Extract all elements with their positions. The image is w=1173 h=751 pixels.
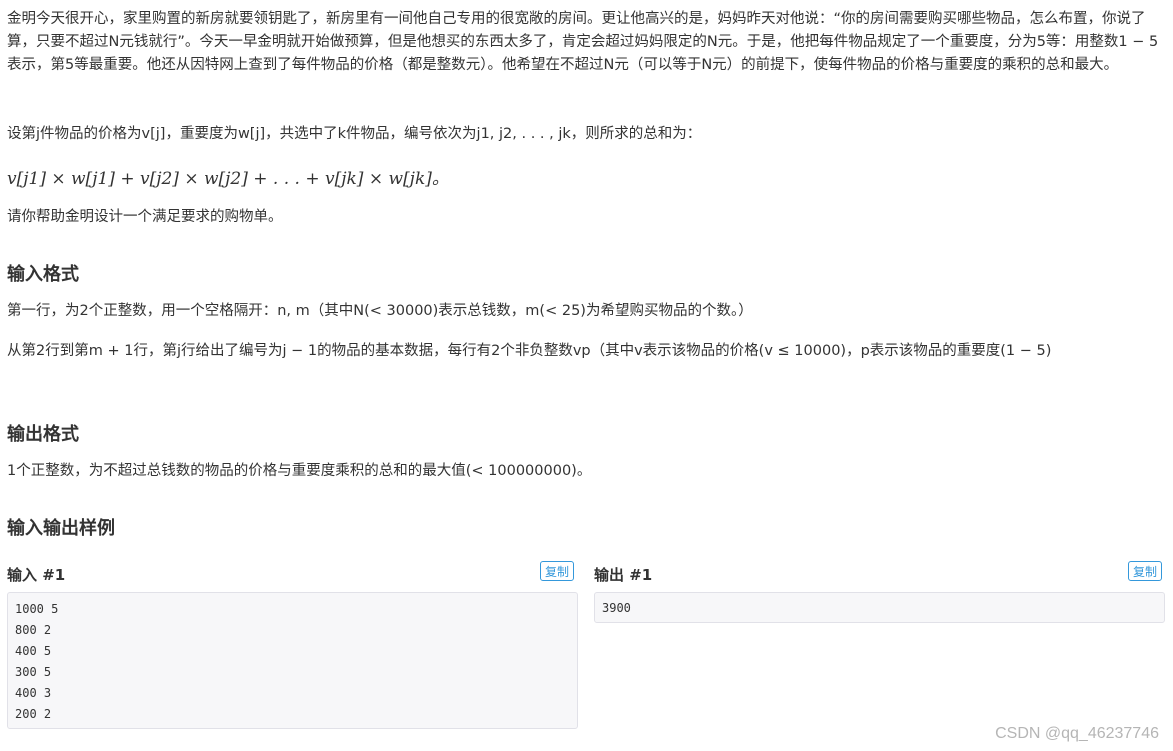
copy-output-button[interactable]: 复制 (1128, 561, 1163, 581)
input-format-heading: 输入格式 (7, 264, 79, 285)
sample-output-box: 3900 (594, 592, 1165, 623)
input-format-line-1: 第一行，为2个正整数，用一个空格隔开：n, m（其中N(< 30000)表示总钱… (7, 303, 753, 319)
input-format-line-2: 从第2行到第m + 1行，第j行给出了编号为j − 1的物品的基本数据，每行有2… (7, 343, 1052, 359)
code-line: 1000 5 (15, 602, 59, 616)
output-format-heading: 输出格式 (7, 424, 79, 445)
sum-formula: v[j1] × w[j1] + v[j2] × w[j2] + . . . + … (7, 169, 449, 189)
code-line: 200 2 (15, 707, 52, 721)
copy-input-button[interactable]: 复制 (540, 561, 575, 581)
sample-output-label: 输出 #1 (594, 566, 653, 584)
watermark: CSDN @qq_46237746 (995, 725, 1159, 742)
problem-paragraph-1: 金明今天很开心，家里购置的新房就要领钥匙了，新房里有一间他自己专用的很宽敞的房间… (7, 11, 1159, 73)
code-line: 800 2 (15, 623, 52, 637)
code-line: 300 5 (15, 665, 52, 679)
code-line: 400 5 (15, 644, 52, 658)
sample-input-box: 1000 5 800 2 400 5 300 5 400 3 200 2 (7, 592, 578, 729)
code-line: 3900 (602, 601, 631, 615)
code-line: 400 3 (15, 686, 52, 700)
samples-heading: 输入输出样例 (7, 518, 115, 539)
problem-paragraph-3: 请你帮助金明设计一个满足要求的购物单。 (7, 209, 283, 225)
problem-paragraph-2: 设第j件物品的价格为v[j]，重要度为w[j]，共选中了k件物品，编号依次为j1… (7, 126, 702, 142)
output-format-line-1: 1个正整数，为不超过总钱数的物品的价格与重要度乘积的总和的最大值(< 10000… (7, 463, 592, 479)
sample-input-label: 输入 #1 (7, 566, 66, 584)
